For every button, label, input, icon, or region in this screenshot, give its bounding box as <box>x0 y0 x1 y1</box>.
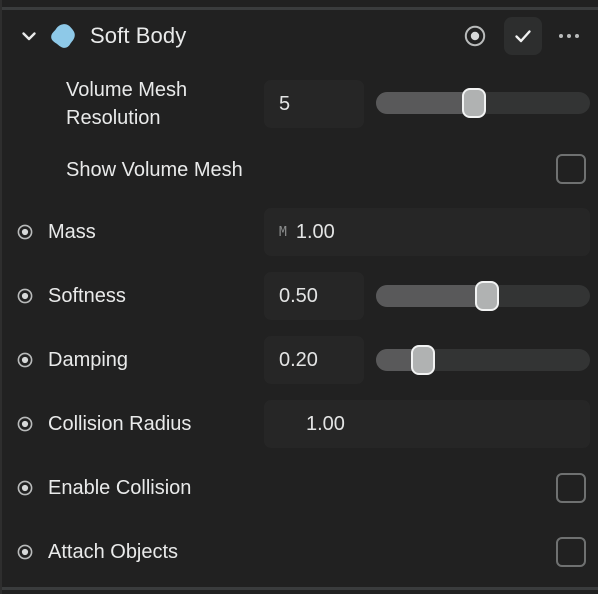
value-text-collision-radius: 1.00 <box>306 412 345 435</box>
property-label-softness: Softness <box>48 285 126 307</box>
value-field-volume-mesh-resolution[interactable]: 5 <box>264 80 364 128</box>
slider-handle-volume-mesh-resolution[interactable] <box>462 88 486 118</box>
checkbox-attach-objects[interactable] <box>556 537 586 567</box>
property-row-show-volume-mesh: Show Volume Mesh <box>2 154 598 186</box>
dot-2 <box>567 34 571 38</box>
soft-body-blob-icon <box>48 21 78 51</box>
keyframe-dot-mass[interactable] <box>16 223 34 241</box>
checkbox-enable-collision[interactable] <box>556 473 586 503</box>
value-field-softness[interactable]: 0.50 <box>264 272 364 320</box>
enabled-checkmark-button[interactable] <box>504 17 542 55</box>
slider-softness[interactable] <box>376 281 590 311</box>
slider-damping[interactable] <box>376 345 590 375</box>
keyframe-dot-softness[interactable] <box>16 287 34 305</box>
property-label-attach-objects: Attach Objects <box>48 541 179 563</box>
dot-1 <box>559 34 563 38</box>
slider-handle-damping[interactable] <box>411 345 435 375</box>
value-text-softness: 0.50 <box>279 284 318 307</box>
value-field-damping[interactable]: 0.20 <box>264 336 364 384</box>
dot-3 <box>575 34 579 38</box>
keyframe-dot-attach-objects[interactable] <box>16 543 34 561</box>
property-label-volume-mesh-resolution: Volume Mesh Resolution <box>66 79 188 129</box>
record-keyframe-icon[interactable] <box>460 21 490 51</box>
value-text-volume-mesh-resolution: 5 <box>279 92 291 115</box>
slider-volume-mesh-resolution[interactable] <box>376 88 590 118</box>
slider-fill-softness <box>376 285 489 307</box>
more-options-icon[interactable] <box>552 19 586 53</box>
value-field-collision-radius[interactable]: 1.00 <box>264 400 590 448</box>
soft-body-header: Soft Body <box>2 10 598 62</box>
value-text-damping: 0.20 <box>279 348 318 371</box>
property-row-attach-objects: Attach Objects <box>2 536 598 568</box>
property-label-collision-radius: Collision Radius <box>48 413 192 435</box>
slider-handle-softness[interactable] <box>475 281 499 311</box>
property-label-enable-collision: Enable Collision <box>48 477 192 499</box>
property-label-show-volume-mesh: Show Volume Mesh <box>66 159 243 181</box>
soft-body-inspector-panel: Soft Body Volume Mesh Resolution 5 Show … <box>0 0 598 594</box>
page-title: Soft Body <box>90 23 187 48</box>
property-row-enable-collision: Enable Collision <box>2 472 598 504</box>
checkbox-show-volume-mesh[interactable] <box>556 154 586 184</box>
value-text-mass: 1.00 <box>295 220 335 243</box>
chevron-down-icon[interactable] <box>14 21 44 51</box>
property-label-mass: Mass <box>48 221 96 243</box>
keyframe-dot-damping[interactable] <box>16 351 34 369</box>
property-label-damping: Damping <box>48 349 129 371</box>
keyframe-dot-enable-collision[interactable] <box>16 479 34 497</box>
keyframe-dot-collision-radius[interactable] <box>16 415 34 433</box>
slider-fill-volume-mesh-resolution <box>376 92 476 114</box>
value-field-mass[interactable]: M 1.00 <box>264 208 590 256</box>
unit-label-mass: M <box>279 224 287 240</box>
panel-bottom-divider <box>2 587 598 590</box>
